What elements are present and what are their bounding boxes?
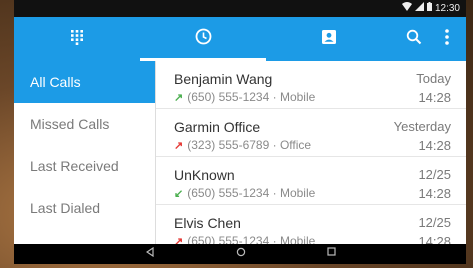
- call-time: 14:28: [418, 90, 451, 105]
- sidebar-item-missed-calls[interactable]: Missed Calls: [14, 103, 155, 145]
- phone-number: (650) 555-1234 · Mobile: [187, 234, 316, 244]
- sidebar-item-label: Last Dialed: [30, 200, 101, 216]
- call-detail: ↗ (323) 555-6789 · Office: [174, 138, 311, 152]
- received-call-icon: ↙: [174, 187, 184, 200]
- phone-number: (650) 555-1234 · Mobile: [187, 90, 316, 104]
- signal-icon: [414, 2, 424, 14]
- call-date: 12/25: [418, 167, 451, 182]
- call-log-list: Benjamin Wang ↗ (650) 555-1234 · Mobile …: [156, 61, 466, 244]
- contacts-icon: [321, 29, 337, 50]
- dialpad-icon: [70, 29, 84, 50]
- tab-recents[interactable]: [140, 17, 266, 61]
- back-icon[interactable]: [145, 246, 154, 260]
- missed-call-icon: ↗: [174, 235, 184, 245]
- wifi-icon: [401, 2, 412, 14]
- sidebar-item-last-dialed[interactable]: Last Dialed: [14, 187, 155, 229]
- phone-number: (323) 555-6789 · Office: [187, 138, 312, 152]
- clock-icon: [195, 28, 212, 50]
- more-vert-icon: [445, 28, 449, 50]
- call-time: 14:28: [418, 138, 451, 153]
- call-detail: ↗ (650) 555-1234 · Mobile: [174, 234, 315, 244]
- list-item[interactable]: Benjamin Wang ↗ (650) 555-1234 · Mobile …: [156, 61, 466, 109]
- phone-number: (650) 555-1234 · Mobile: [187, 186, 316, 200]
- call-time: 14:28: [418, 186, 451, 201]
- contact-name: Garmin Office: [174, 119, 261, 135]
- call-detail: ↗ (650) 555-1234 · Mobile: [174, 90, 315, 104]
- status-bar: 12:30: [14, 0, 466, 17]
- search-icon: [406, 29, 422, 50]
- phone-screen: 12:30 All Calls Missed Calls Last Receiv…: [14, 0, 466, 264]
- contact-name: Elvis Chen: [174, 215, 241, 231]
- recent-apps-icon[interactable]: [327, 247, 336, 259]
- missed-call-icon: ↗: [174, 139, 184, 152]
- contact-name: Benjamin Wang: [174, 71, 273, 87]
- system-nav-bar: [14, 244, 466, 264]
- call-date: 12/25: [418, 215, 451, 230]
- app-bar: [14, 17, 466, 61]
- list-item[interactable]: Garmin Office ↗ (323) 555-6789 · Office …: [156, 109, 466, 157]
- status-time: 12:30: [434, 2, 460, 14]
- battery-icon: [426, 2, 432, 14]
- list-item[interactable]: Elvis Chen ↗ (650) 555-1234 · Mobile 12/…: [156, 205, 466, 244]
- home-icon[interactable]: [236, 247, 246, 260]
- call-time: 14:28: [418, 234, 451, 244]
- tab-contacts[interactable]: [266, 17, 392, 61]
- outgoing-call-icon: ↗: [174, 91, 184, 104]
- call-date: Today: [416, 71, 451, 86]
- sidebar-item-all-calls[interactable]: All Calls: [14, 61, 155, 103]
- contact-name: UnKnown: [174, 167, 235, 183]
- sidebar-item-label: All Calls: [30, 74, 81, 90]
- sidebar-item-label: Missed Calls: [30, 116, 110, 132]
- sidebar-item-last-received[interactable]: Last Received: [14, 145, 155, 187]
- overflow-menu-button[interactable]: [432, 17, 462, 61]
- call-filter-sidebar: All Calls Missed Calls Last Received Las…: [14, 61, 155, 244]
- tab-dialpad[interactable]: [14, 17, 140, 61]
- call-detail: ↙ (650) 555-1234 · Mobile: [174, 186, 315, 200]
- search-button[interactable]: [399, 17, 429, 61]
- list-item[interactable]: UnKnown ↙ (650) 555-1234 · Mobile 12/25 …: [156, 157, 466, 205]
- sidebar-item-label: Last Received: [30, 158, 119, 174]
- call-date: Yesterday: [393, 119, 451, 134]
